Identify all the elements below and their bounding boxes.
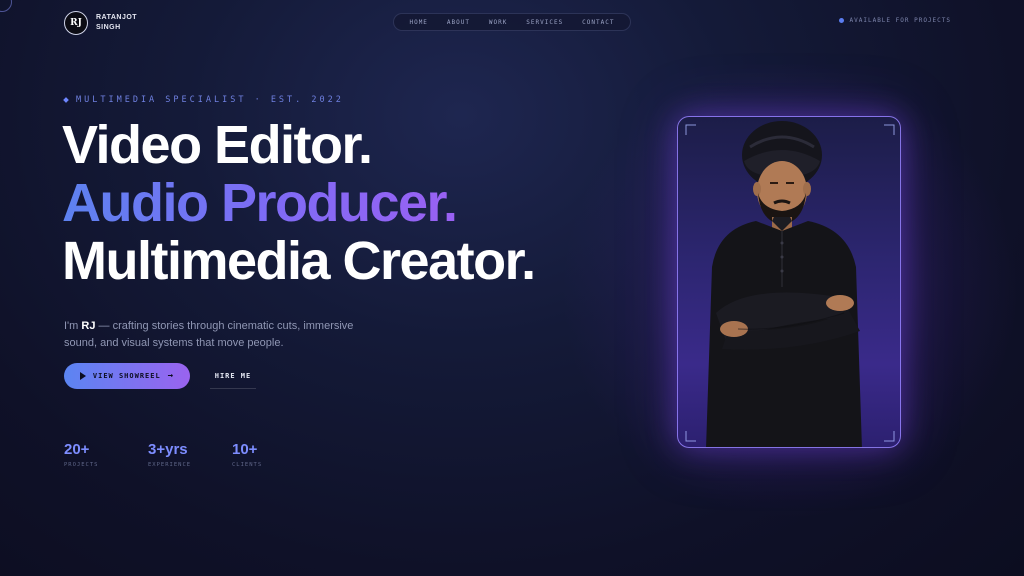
view-showreel-button[interactable]: VIEW SHOWREEL →	[64, 363, 190, 389]
play-icon	[79, 372, 86, 380]
nav-about[interactable]: ABOUT	[447, 19, 470, 26]
stat-value: 3+yrs	[148, 441, 188, 458]
nav-home[interactable]: HOME	[409, 19, 427, 26]
stat-label: EXPERIENCE	[148, 462, 192, 468]
nav-services[interactable]: SERVICES	[526, 19, 563, 26]
nav-work[interactable]: WORK	[489, 19, 507, 26]
hero-eyebrow: MULTIMEDIA SPECIALIST · EST. 2022	[63, 95, 344, 105]
hero-tagline: I'm RJ — crafting stories through cinema…	[64, 318, 384, 352]
hire-me-button[interactable]: HIRE ME	[210, 363, 256, 389]
tagline-rest: — crafting stories through cinematic cut…	[64, 320, 354, 349]
stat-clients: 10+ CLIENTS	[232, 441, 262, 468]
arrow-right-icon: →	[167, 371, 175, 381]
status-text: AVAILABLE FOR PROJECTS	[849, 17, 951, 24]
eyebrow-text: MULTIMEDIA SPECIALIST · EST. 2022	[76, 95, 344, 105]
headline-line-1: Video Editor.	[62, 115, 373, 175]
view-showreel-label: VIEW SHOWREEL	[92, 372, 161, 380]
tagline-prefix: I'm	[64, 320, 82, 332]
portrait-card	[677, 116, 901, 448]
headline-line-3: Multimedia Creator.	[62, 231, 536, 291]
nav-contact[interactable]: CONTACT	[582, 19, 614, 26]
hero-headline: Video Editor. Audio Producer. Multimedia…	[62, 115, 536, 291]
stat-projects: 20+ PROJECTS	[64, 441, 99, 468]
availability-status: AVAILABLE FOR PROJECTS	[838, 17, 951, 24]
stat-value: 10+	[232, 441, 258, 458]
headline-line-2: Audio Producer.	[62, 174, 535, 232]
portrait-illustration-icon	[685, 121, 895, 447]
tagline-name: RJ	[81, 320, 96, 332]
brand-logo[interactable]: RJ RATANJOT SINGH	[64, 11, 144, 35]
main-nav: HOME ABOUT WORK SERVICES CONTACT	[393, 13, 631, 31]
stat-label: PROJECTS	[64, 462, 99, 468]
status-dot-icon	[838, 18, 844, 23]
corner-ornament	[0, 0, 12, 12]
stat-value: 20+	[64, 441, 90, 458]
stat-label: CLIENTS	[232, 462, 263, 468]
diamond-icon	[63, 97, 69, 103]
brand-name: RATANJOT SINGH	[96, 14, 138, 31]
stat-experience: 3+yrs EXPERIENCE	[148, 441, 191, 468]
logo-badge: RJ	[64, 11, 88, 35]
